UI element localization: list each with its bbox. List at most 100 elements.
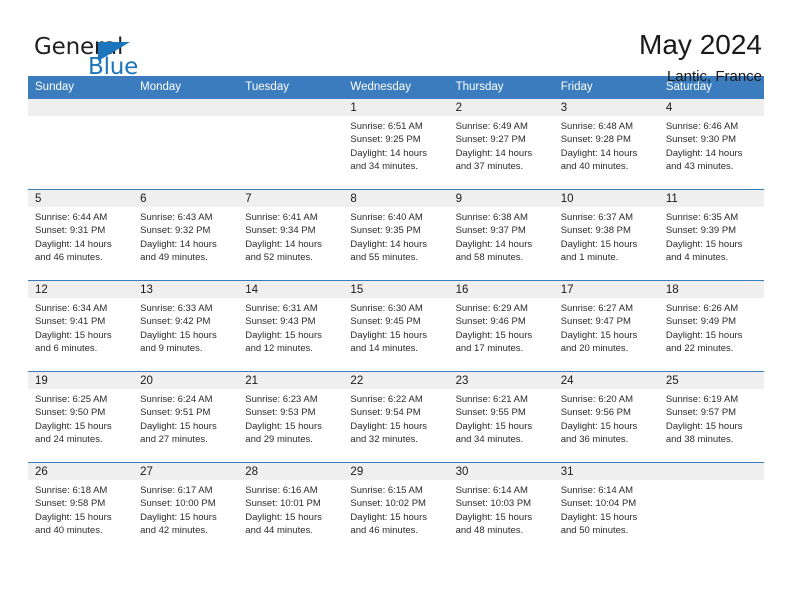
- daylight-text-line1: Daylight: 15 hours: [35, 329, 112, 341]
- daylight-text-line2: and 40 minutes.: [35, 524, 103, 536]
- day-details: Sunrise: 6:21 AM Sunset: 9:55 PM Daylight:…: [449, 389, 554, 446]
- day-details: Sunrise: 6:49 AM Sunset: 9:27 PM Daylight:…: [449, 116, 554, 173]
- sunrise-text: Sunrise: 6:16 AM: [245, 485, 318, 496]
- calendar-day-cell[interactable]: 7 Sunrise: 6:41 AM Sunset: 9:34 PM Daylight…: [238, 189, 344, 281]
- day-number: 21: [238, 372, 344, 389]
- calendar-day-cell[interactable]: 4 Sunrise: 6:46 AM Sunset: 9:30 PM Daylight…: [658, 99, 764, 190]
- calendar-day-cell[interactable]: 24 Sunrise: 6:20 AM Sunset: 9:56 PM Dayligh…: [553, 371, 659, 463]
- daylight-text-line1: Daylight: 15 hours: [350, 329, 427, 341]
- day-number: 12: [28, 281, 134, 298]
- daylight-text-line1: Daylight: 15 hours: [455, 511, 533, 523]
- calendar-day-cell[interactable]: 11 Sunrise: 6:35 AM Sunset: 9:39 PM Dayligh…: [658, 189, 764, 281]
- day-details: Sunrise: 6:19 AM Sunset: 9:57 PM Daylight:…: [659, 389, 764, 446]
- day-details: Sunrise: 6:44 AM Sunset: 9:31 PM Daylight:…: [28, 207, 133, 264]
- calendar-day-cell[interactable]: 9 Sunrise: 6:38 AM Sunset: 9:37 PM Daylight…: [448, 189, 554, 281]
- day-details: Sunrise: 6:24 AM Sunset: 9:51 PM Daylight:…: [133, 389, 238, 446]
- sunrise-text: Sunrise: 6:27 AM: [560, 303, 634, 314]
- calendar-day-cell[interactable]: 8 Sunrise: 6:40 AM Sunset: 9:35 PM Daylight…: [343, 189, 449, 281]
- calendar-day-cell[interactable]: 23 Sunrise: 6:21 AM Sunset: 9:55 PM Dayligh…: [448, 371, 554, 463]
- sunrise-text: Sunrise: 6:17 AM: [140, 485, 213, 496]
- calendar-day-cell[interactable]: 13 Sunrise: 6:33 AM Sunset: 9:42 PM Dayligh…: [133, 280, 239, 372]
- day-number: 24: [553, 372, 659, 389]
- sunset-text: Sunset: 9:57 PM: [665, 407, 737, 419]
- sunrise-text: Sunrise: 6:26 AM: [665, 303, 739, 314]
- brand-name-blue: Blue: [88, 54, 139, 80]
- calendar-day-cell[interactable]: 12 Sunrise: 6:34 AM Sunset: 9:41 PM Dayligh…: [28, 280, 134, 372]
- calendar-day-cell[interactable]: 20 Sunrise: 6:24 AM Sunset: 9:51 PM Dayligh…: [133, 371, 239, 463]
- day-details: Sunrise: 6:29 AM Sunset: 9:46 PM Daylight:…: [449, 298, 554, 355]
- daylight-text-line1: Daylight: 15 hours: [140, 511, 217, 523]
- calendar-day-cell[interactable]: 14 Sunrise: 6:31 AM Sunset: 9:43 PM Dayligh…: [238, 280, 344, 372]
- daylight-text-line2: and 20 minutes.: [560, 342, 629, 354]
- calendar-day-cell[interactable]: 15 Sunrise: 6:30 AM Sunset: 9:45 PM Dayligh…: [343, 280, 449, 372]
- calendar-day-cell[interactable]: 30 Sunrise: 6:14 AM Sunset: 10:03 PM Daylig…: [448, 462, 554, 553]
- day-number: 26: [28, 463, 134, 480]
- day-number: 9: [448, 190, 554, 207]
- calendar-day-cell[interactable]: 3 Sunrise: 6:48 AM Sunset: 9:28 PM Daylight…: [553, 99, 659, 190]
- calendar-day-cell[interactable]: 10 Sunrise: 6:37 AM Sunset: 9:38 PM Dayligh…: [553, 189, 659, 281]
- daylight-text-line1: Daylight: 15 hours: [350, 511, 427, 523]
- brand-logo[interactable]: General Blue: [28, 30, 178, 88]
- calendar-day-cell[interactable]: 6 Sunrise: 6:43 AM Sunset: 9:32 PM Daylight…: [133, 189, 239, 281]
- daylight-text-line2: and 4 minutes.: [665, 251, 729, 263]
- day-number: 3: [553, 99, 659, 116]
- daylight-text-line1: Daylight: 14 hours: [35, 238, 112, 250]
- calendar-week-row: 12 Sunrise: 6:34 AM Sunset: 9:41 PM Dayligh…: [28, 280, 764, 372]
- calendar-day-cell[interactable]: 1 Sunrise: 6:51 AM Sunset: 9:25 PM Daylight…: [343, 99, 449, 190]
- day-number: 17: [553, 281, 659, 298]
- calendar-day-cell[interactable]: 17 Sunrise: 6:27 AM Sunset: 9:47 PM Dayligh…: [553, 280, 659, 372]
- sunrise-text: Sunrise: 6:25 AM: [35, 394, 108, 405]
- sunset-text: Sunset: 9:25 PM: [350, 134, 421, 146]
- calendar-day-cell[interactable]: 16 Sunrise: 6:29 AM Sunset: 9:46 PM Dayligh…: [448, 280, 554, 372]
- calendar-day-cell[interactable]: 2 Sunrise: 6:49 AM Sunset: 9:27 PM Daylight…: [448, 99, 554, 190]
- daylight-text-line2: and 55 minutes.: [350, 251, 419, 263]
- calendar-day-cell[interactable]: 28 Sunrise: 6:16 AM Sunset: 10:01 PM Daylig…: [238, 462, 344, 553]
- calendar-grid: Sunday Monday Tuesday Wednesday Thursday…: [28, 76, 764, 553]
- day-number: 6: [133, 190, 239, 207]
- day-number: [238, 99, 344, 116]
- calendar-day-cell[interactable]: 21 Sunrise: 6:23 AM Sunset: 9:53 PM Dayligh…: [238, 371, 344, 463]
- calendar-day-cell[interactable]: 29 Sunrise: 6:15 AM Sunset: 10:02 PM Daylig…: [343, 462, 449, 553]
- sunrise-text: Sunrise: 6:48 AM: [560, 121, 634, 132]
- sunset-text: Sunset: 10:00 PM: [140, 498, 216, 510]
- day-details: Sunrise: 6:26 AM Sunset: 9:49 PM Daylight:…: [659, 298, 764, 355]
- daylight-text-line2: and 14 minutes.: [350, 342, 419, 354]
- daylight-text-line1: Daylight: 14 hours: [350, 238, 427, 250]
- day-number: 10: [553, 190, 659, 207]
- daylight-text-line2: and 36 minutes.: [560, 433, 629, 445]
- day-number: 4: [658, 99, 764, 116]
- day-number: 18: [658, 281, 764, 298]
- calendar-day-cell[interactable]: 31 Sunrise: 6:14 AM Sunset: 10:04 PM Daylig…: [553, 462, 659, 553]
- calendar-day-cell[interactable]: 26 Sunrise: 6:18 AM Sunset: 9:58 PM Dayligh…: [28, 462, 134, 553]
- sunset-text: Sunset: 9:35 PM: [350, 225, 421, 237]
- calendar-day-cell[interactable]: 22 Sunrise: 6:22 AM Sunset: 9:54 PM Dayligh…: [343, 371, 449, 463]
- day-details: Sunrise: 6:43 AM Sunset: 9:32 PM Daylight:…: [133, 207, 238, 264]
- calendar-day-cell[interactable]: 19 Sunrise: 6:25 AM Sunset: 9:50 PM Dayligh…: [28, 371, 134, 463]
- day-details: Sunrise: 6:18 AM Sunset: 9:58 PM Daylight:…: [28, 480, 133, 537]
- calendar-day-cell[interactable]: 5 Sunrise: 6:44 AM Sunset: 9:31 PM Daylight…: [28, 189, 134, 281]
- day-details: Sunrise: 6:14 AM Sunset: 10:03 PM Daylight…: [449, 480, 554, 537]
- daylight-text-line1: Daylight: 15 hours: [455, 420, 533, 432]
- day-number: 1: [343, 99, 449, 116]
- day-number: 7: [238, 190, 344, 207]
- calendar-day-cell[interactable]: 18 Sunrise: 6:26 AM Sunset: 9:49 PM Dayligh…: [658, 280, 764, 372]
- weekday-header-thursday: Thursday: [448, 76, 554, 99]
- daylight-text-line1: Daylight: 14 hours: [455, 238, 533, 250]
- calendar-day-cell[interactable]: 27 Sunrise: 6:17 AM Sunset: 10:00 PM Daylig…: [133, 462, 239, 553]
- calendar-day-cell-empty: [658, 462, 764, 553]
- daylight-text-line2: and 50 minutes.: [560, 524, 629, 536]
- sunrise-text: Sunrise: 6:44 AM: [35, 212, 108, 223]
- day-number: [28, 99, 134, 116]
- calendar-day-cell[interactable]: 25 Sunrise: 6:19 AM Sunset: 9:57 PM Dayligh…: [658, 371, 764, 463]
- day-number: 19: [28, 372, 134, 389]
- daylight-text-line2: and 46 minutes.: [350, 524, 419, 536]
- day-details: Sunrise: 6:35 AM Sunset: 9:39 PM Daylight:…: [659, 207, 764, 264]
- daylight-text-line1: Daylight: 15 hours: [350, 420, 427, 432]
- daylight-text-line2: and 46 minutes.: [35, 251, 103, 263]
- sunset-text: Sunset: 9:38 PM: [560, 225, 631, 237]
- daylight-text-line1: Daylight: 15 hours: [245, 511, 322, 523]
- sunrise-text: Sunrise: 6:31 AM: [245, 303, 318, 314]
- daylight-text-line1: Daylight: 15 hours: [35, 511, 112, 523]
- day-details: Sunrise: 6:37 AM Sunset: 9:38 PM Daylight:…: [554, 207, 659, 264]
- sunset-text: Sunset: 9:46 PM: [455, 316, 526, 328]
